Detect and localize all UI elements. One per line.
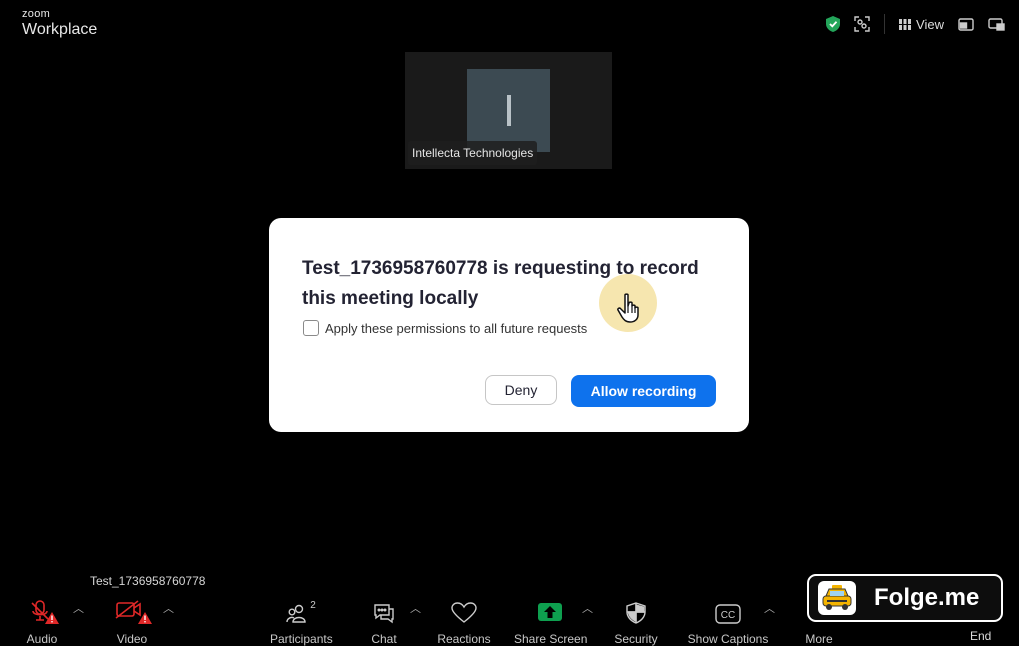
- divider: [884, 14, 886, 34]
- chat-label: Chat: [371, 632, 397, 646]
- reactions-button[interactable]: Reactions: [436, 600, 492, 646]
- security-shield-icon: [626, 602, 646, 624]
- apps-icon[interactable]: [854, 16, 870, 32]
- heart-icon: [451, 602, 477, 623]
- chat-icon: [374, 604, 394, 624]
- zoom-workplace-logo: zoom Workplace: [22, 9, 97, 38]
- security-button[interactable]: Security: [612, 600, 660, 646]
- share-screen-icon: [538, 603, 562, 621]
- captions-options-caret[interactable]: ︿: [764, 600, 775, 616]
- share-screen-label: Share Screen: [514, 632, 588, 646]
- brand-small: zoom: [22, 8, 51, 20]
- more-label: More: [805, 632, 833, 646]
- security-label: Security: [614, 632, 658, 646]
- participants-count: 2: [310, 600, 316, 611]
- audio-button[interactable]: Audio: [22, 600, 62, 646]
- microphone-muted-icon: [31, 600, 59, 624]
- view-button[interactable]: View: [899, 17, 944, 32]
- share-screen-button[interactable]: Share Screen: [514, 600, 588, 646]
- deny-button[interactable]: Deny: [485, 375, 557, 405]
- encryption-shield-icon[interactable]: [826, 16, 841, 32]
- folge-watermark: Folge.me: [807, 574, 1003, 622]
- show-captions-label: Show Captions: [687, 632, 769, 646]
- apply-future-checkbox[interactable]: [303, 320, 319, 336]
- svg-text:CC: CC: [721, 610, 735, 621]
- cursor-highlight: [599, 274, 657, 332]
- taxi-icon: [818, 581, 856, 615]
- chat-options-caret[interactable]: ︿: [410, 600, 421, 616]
- participants-button[interactable]: 2 Participants: [270, 600, 333, 646]
- closed-captions-icon: CC: [715, 604, 741, 624]
- video-off-icon: [115, 600, 152, 624]
- participants-label: Participants: [270, 632, 333, 646]
- participant-name: Intellecta Technologies: [408, 141, 538, 165]
- self-name-label: Test_1736958760778: [90, 574, 206, 588]
- hand-pointer-icon: [617, 293, 639, 323]
- audio-label: Audio: [26, 632, 58, 646]
- video-options-caret[interactable]: ︿: [163, 600, 174, 616]
- dialog-title: Test_1736958760778 is requesting to reco…: [302, 258, 699, 309]
- reactions-label: Reactions: [437, 632, 491, 646]
- apply-future-label: Apply these permissions to all future re…: [325, 320, 588, 336]
- show-captions-button[interactable]: CC Show Captions: [686, 600, 770, 646]
- participants-icon: [286, 604, 306, 623]
- audio-options-caret[interactable]: ︿: [73, 600, 84, 616]
- video-label: Video: [116, 632, 148, 646]
- recording-request-dialog: Test_1736958760778 is requesting to reco…: [269, 218, 749, 432]
- brand-big: Workplace: [22, 21, 98, 38]
- apply-future-checkbox-row[interactable]: Apply these permissions to all future re…: [303, 320, 587, 336]
- top-right-controls: View: [826, 14, 1005, 34]
- share-options-caret[interactable]: ︿: [582, 600, 593, 616]
- view-label: View: [916, 16, 944, 32]
- picture-in-picture-icon[interactable]: [958, 17, 974, 31]
- participant-avatar: [467, 69, 550, 152]
- fullscreen-icon[interactable]: [988, 17, 1005, 31]
- video-button[interactable]: Video: [110, 600, 154, 646]
- end-button[interactable]: End: [970, 629, 991, 643]
- allow-recording-button[interactable]: Allow recording: [571, 375, 716, 407]
- participant-video-tile[interactable]: Intellecta Technologies: [405, 52, 612, 169]
- chat-button[interactable]: Chat: [366, 600, 402, 646]
- folge-label: Folge.me: [874, 584, 980, 611]
- grid-view-icon: [899, 18, 912, 30]
